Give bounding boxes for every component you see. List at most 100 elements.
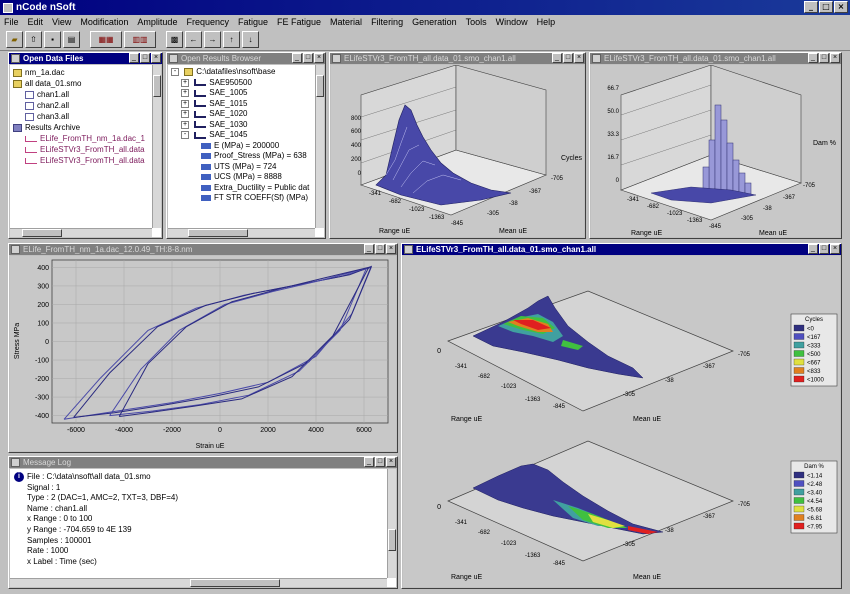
tree-item[interactable]: nm_1a.dac xyxy=(13,67,158,78)
horizontal-scrollbar[interactable] xyxy=(168,228,315,237)
menu-help[interactable]: Help xyxy=(537,17,556,27)
menu-fe-fatigue[interactable]: FE Fatigue xyxy=(277,17,321,27)
tree-item[interactable]: Extra_Ductility = Public dat xyxy=(171,183,321,194)
panel-minimize-button[interactable]: _ xyxy=(808,244,818,254)
tree-item[interactable]: FT STR COEFF(Sf) (MPa) xyxy=(171,193,321,204)
tree-item[interactable]: Results Archive xyxy=(13,122,158,133)
legend-label: <5.68 xyxy=(807,508,823,514)
open-folder-icon[interactable]: ▰ xyxy=(6,31,23,48)
menu-file[interactable]: File xyxy=(4,17,19,27)
panel-minimize-button[interactable]: _ xyxy=(552,53,562,63)
rainflow-maps-panel: ELifeSTVr3_FromTH_all.data_01.smo_chan1.… xyxy=(401,243,842,589)
cycles-button[interactable]: ▥▥ xyxy=(124,31,156,48)
menu-window[interactable]: Window xyxy=(496,17,528,27)
tree-item[interactable]: UTS (MPa) = 724 xyxy=(171,162,321,173)
results-tree: - C:\datafiles\nsoft\base + SAE950500 + … xyxy=(168,65,324,206)
arrow-down-icon[interactable]: ↓ xyxy=(242,31,259,48)
tree-item[interactable]: + SAE_1015 xyxy=(171,99,321,110)
menu-tools[interactable]: Tools xyxy=(466,17,487,27)
app-title: nCode nSoft xyxy=(16,2,76,13)
minimize-button[interactable]: _ xyxy=(804,1,818,13)
close-button[interactable]: × xyxy=(834,1,848,13)
up-folder-icon[interactable]: ⇧ xyxy=(25,31,42,48)
tree-item[interactable]: E (MPa) = 200000 xyxy=(171,141,321,152)
panel-close-button[interactable]: × xyxy=(314,53,324,63)
panel-minimize-button[interactable]: _ xyxy=(364,457,374,467)
tree-item[interactable]: ELife_FromTH_nm_1a.dac_1 xyxy=(13,133,158,144)
panel-maximize-button[interactable]: □ xyxy=(819,244,829,254)
tree-item[interactable]: chan3.all xyxy=(13,111,158,122)
panel-maximize-button[interactable]: □ xyxy=(140,53,150,63)
panel-maximize-button[interactable]: □ xyxy=(303,53,313,63)
x-tick-label: -2000 xyxy=(163,427,181,434)
panel-minimize-button[interactable]: _ xyxy=(364,244,374,254)
panel-maximize-button[interactable]: □ xyxy=(563,53,573,63)
vertical-scrollbar[interactable] xyxy=(387,469,396,578)
panel-minimize-button[interactable]: _ xyxy=(808,53,818,63)
plot-icon[interactable]: ▩ xyxy=(166,31,183,48)
menu-frequency[interactable]: Frequency xyxy=(186,17,229,27)
x-tick-label: -4000 xyxy=(115,427,133,434)
expand-icon[interactable]: + xyxy=(181,120,189,129)
panel-close-button[interactable]: × xyxy=(386,244,396,254)
tree-item[interactable]: UCS (MPa) = 8888 xyxy=(171,172,321,183)
damage-histogram-panel: ELifeSTVr3_FromTH_all.data_01.smo_chan1.… xyxy=(589,52,842,239)
menu-fatigue[interactable]: Fatigue xyxy=(238,17,268,27)
menu-modification[interactable]: Modification xyxy=(80,17,128,27)
menu-view[interactable]: View xyxy=(52,17,71,27)
y-tick-label: -300 xyxy=(35,395,49,402)
panel-maximize-button[interactable]: □ xyxy=(819,53,829,63)
horizontal-scrollbar[interactable] xyxy=(10,578,387,587)
legend-swatch xyxy=(793,471,805,479)
panel-minimize-button[interactable]: _ xyxy=(129,53,139,63)
maximize-button[interactable]: □ xyxy=(819,1,833,13)
cycles-histogram-title: ELifeSTVr3_FromTH_all.data_01.smo_chan1.… xyxy=(330,53,585,64)
expand-icon[interactable]: + xyxy=(181,99,189,108)
rainflow-button[interactable]: ▦▦ xyxy=(90,31,122,48)
menu-filtering[interactable]: Filtering xyxy=(371,17,403,27)
x-tick-label: -341 xyxy=(455,364,468,370)
vertical-scrollbar[interactable] xyxy=(152,65,161,228)
tree-item[interactable]: Proof_Stress (MPa) = 638 xyxy=(171,151,321,162)
x-tick-label: -682 xyxy=(478,530,491,536)
tree-item[interactable]: + SAE950500 xyxy=(171,78,321,89)
tree-item[interactable]: - SAE_1045 xyxy=(171,130,321,141)
expand-icon[interactable]: - xyxy=(171,68,179,77)
folder-icon xyxy=(184,68,194,77)
tree-item[interactable]: chan2.all xyxy=(13,100,158,111)
arrow-right-icon[interactable]: → xyxy=(204,31,221,48)
save-icon[interactable]: ▪ xyxy=(44,31,61,48)
panel-maximize-button[interactable]: □ xyxy=(375,244,385,254)
expand-icon[interactable]: + xyxy=(181,78,189,87)
expand-icon[interactable]: + xyxy=(181,89,189,98)
tree-item[interactable]: ELifeSTVr3_FromTH_all.data xyxy=(13,155,158,166)
menu-edit[interactable]: Edit xyxy=(28,17,44,27)
tree-item[interactable]: ELifeSTVr3_FromTH_all.data xyxy=(13,144,158,155)
panel-close-button[interactable]: × xyxy=(830,244,840,254)
tree-item[interactable]: all data_01.smo xyxy=(13,78,158,89)
menu-generation[interactable]: Generation xyxy=(412,17,457,27)
panel-maximize-button[interactable]: □ xyxy=(375,457,385,467)
expand-icon[interactable]: - xyxy=(181,131,189,140)
vertical-scrollbar[interactable] xyxy=(315,65,324,228)
panel-close-button[interactable]: × xyxy=(574,53,584,63)
arrow-up-icon[interactable]: ↑ xyxy=(223,31,240,48)
panel-close-button[interactable]: × xyxy=(151,53,161,63)
print-icon[interactable]: ▤ xyxy=(63,31,80,48)
panel-close-button[interactable]: × xyxy=(830,53,840,63)
tree-item[interactable]: + SAE_1020 xyxy=(171,109,321,120)
x-tick-label: 2000 xyxy=(260,427,276,434)
tree-item[interactable]: - C:\datafiles\nsoft\base xyxy=(171,67,321,78)
tree-item[interactable]: + SAE_1005 xyxy=(171,88,321,99)
menu-amplitude[interactable]: Amplitude xyxy=(137,17,177,27)
tree-item[interactable]: chan1.all xyxy=(13,89,158,100)
y-tick-label: -400 xyxy=(35,413,49,420)
legend-swatch xyxy=(793,350,805,357)
tree-item[interactable]: + SAE_1030 xyxy=(171,120,321,131)
arrow-left-icon[interactable]: ← xyxy=(185,31,202,48)
panel-close-button[interactable]: × xyxy=(386,457,396,467)
expand-icon[interactable]: + xyxy=(181,110,189,119)
menu-material[interactable]: Material xyxy=(330,17,362,27)
horizontal-scrollbar[interactable] xyxy=(10,228,152,237)
panel-minimize-button[interactable]: _ xyxy=(292,53,302,63)
